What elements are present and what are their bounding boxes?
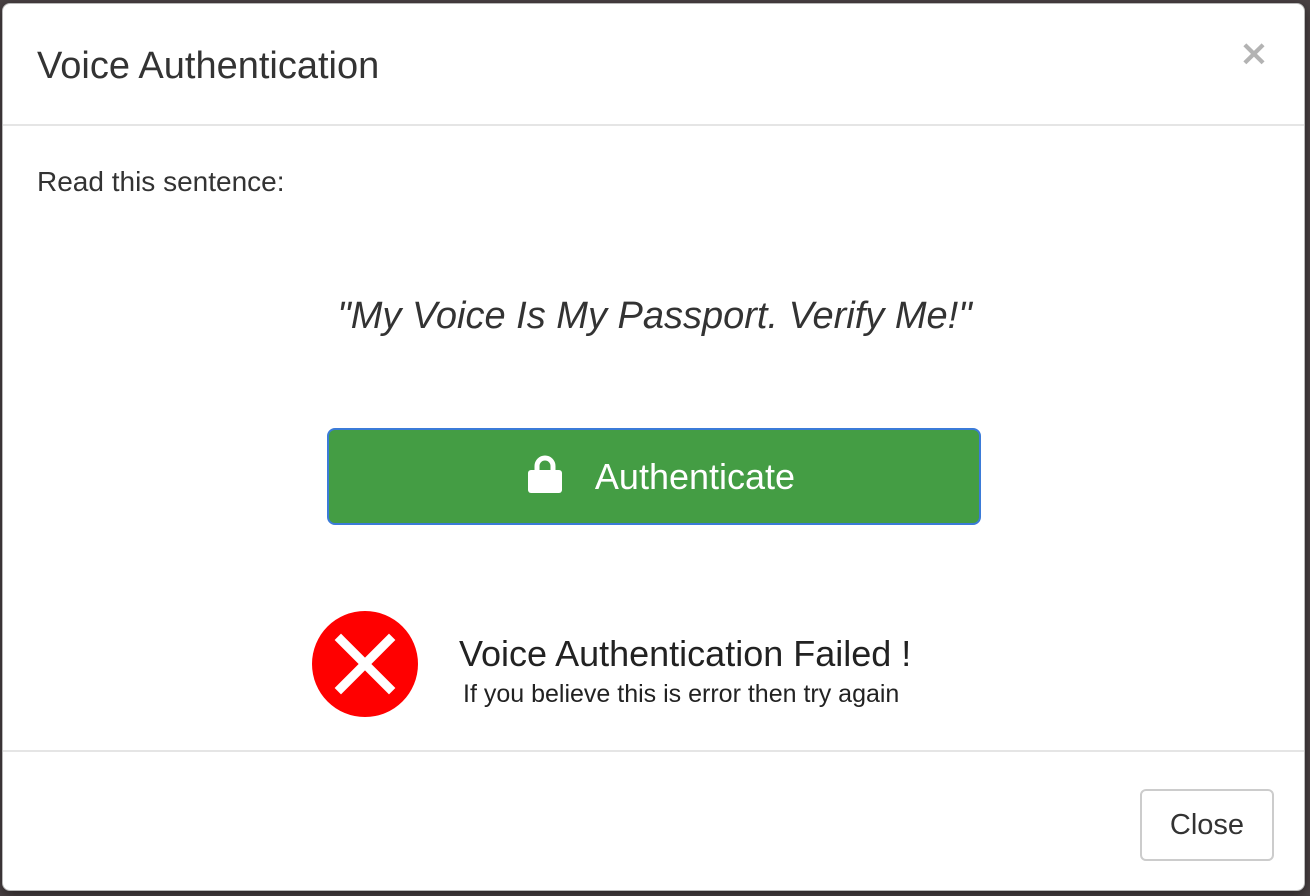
passphrase-sentence: "My Voice Is My Passport. Verify Me!" [337,295,972,337]
status-subtitle: If you believe this is error then try ag… [463,680,900,708]
error-icon [311,610,419,718]
lock-icon [527,455,563,493]
modal-title: Voice Authentication [37,45,380,87]
authenticate-label: Authenticate [594,455,796,497]
voice-auth-modal: Voice Authentication × Read this sentenc… [2,3,1305,891]
close-icon[interactable]: × [1234,34,1274,74]
close-button[interactable]: Close [1140,789,1274,861]
authenticate-button[interactable]: Authenticate [327,428,981,525]
modal-header: Voice Authentication × [3,4,1304,126]
modal-footer: Close [3,750,1304,890]
prompt-label: Read this sentence: [37,166,285,197]
status-title: Voice Authentication Failed ! [459,633,912,674]
auth-status: Voice Authentication Failed ! If you bel… [311,610,1011,720]
